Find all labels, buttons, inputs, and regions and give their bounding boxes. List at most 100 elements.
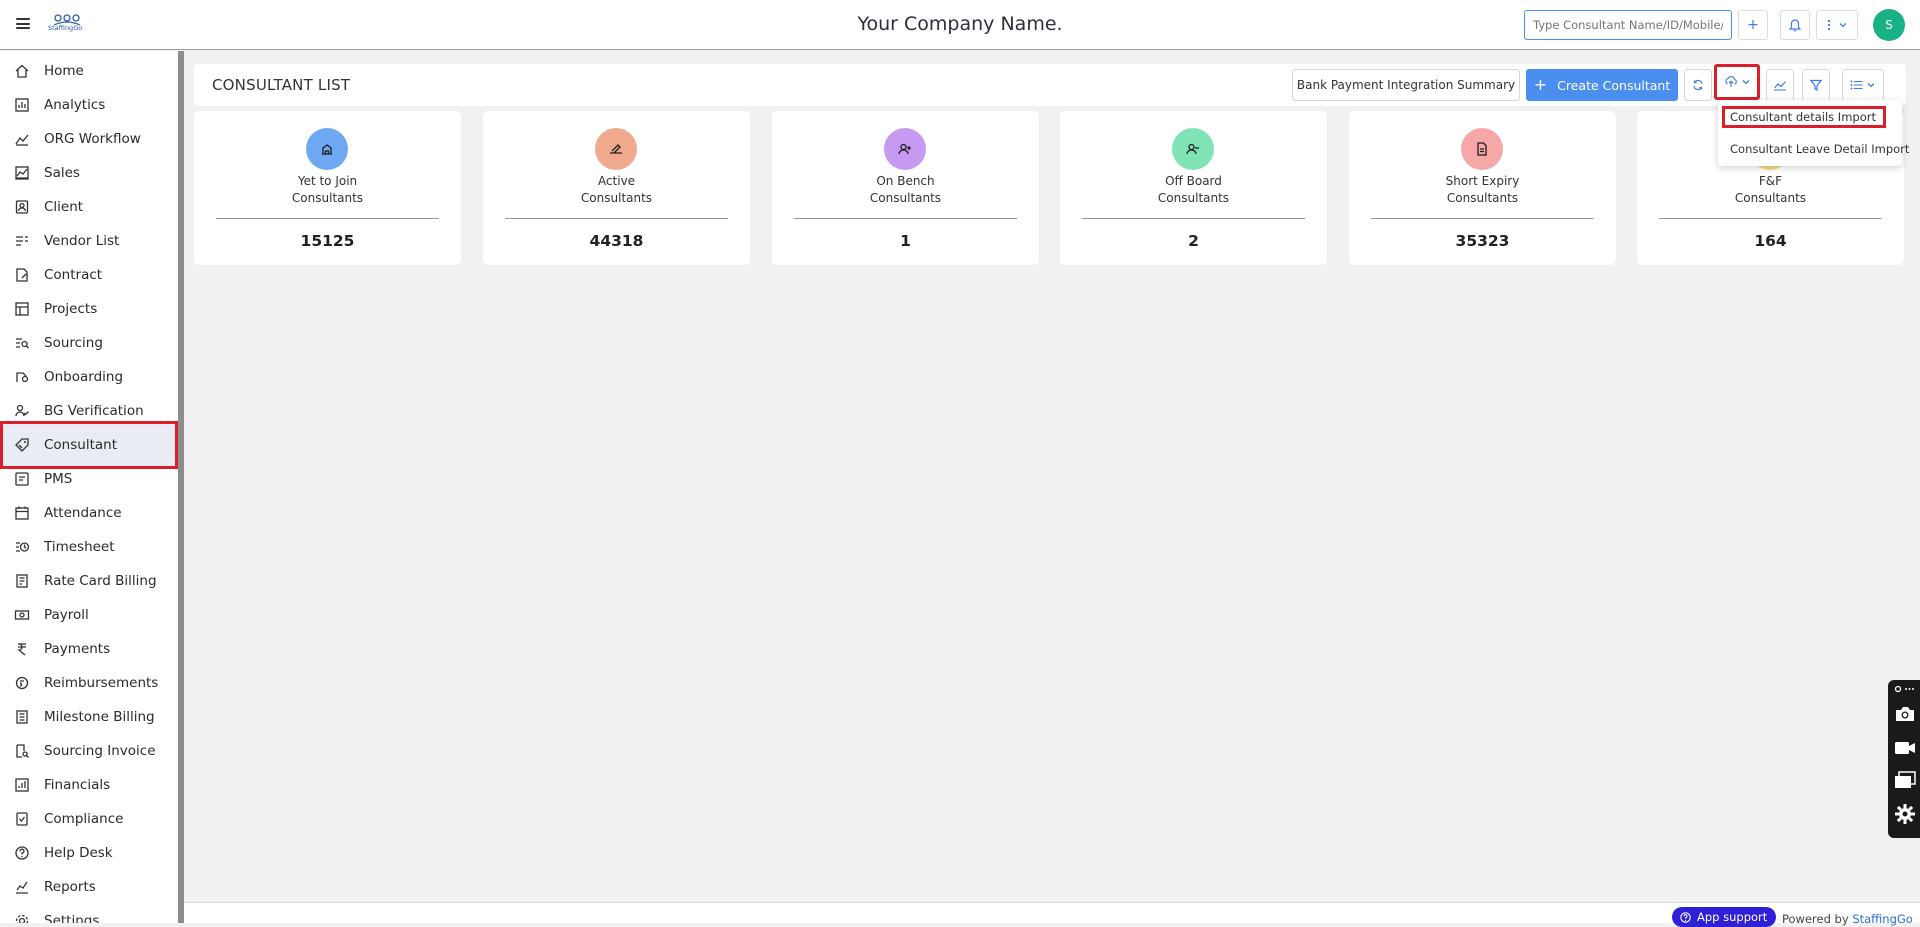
video-icon[interactable]: [1894, 738, 1916, 758]
sidebar-item-payments[interactable]: Payments: [0, 632, 178, 666]
import-dropdown-menu: Consultant details Import Consultant Lea…: [1718, 100, 1909, 166]
onboarding-icon: [14, 369, 30, 385]
workflow-icon: [14, 131, 30, 147]
consultant-search-input[interactable]: [1524, 10, 1732, 40]
sidebar-item-label: Help Desk: [44, 845, 113, 861]
list-icon: [1850, 80, 1863, 90]
financials-icon: [14, 777, 30, 793]
footer: [184, 902, 1920, 923]
sidebar-item-org-workflow[interactable]: ORG Workflow: [0, 122, 178, 156]
sidebar-item-onboarding[interactable]: Onboarding: [0, 360, 178, 394]
sidebar-item-financials[interactable]: Financials: [0, 768, 178, 802]
stat-card[interactable]: Off Board Consultants 2: [1060, 111, 1327, 265]
sidebar-item-label: ORG Workflow: [44, 131, 141, 147]
sidebar-item-reports[interactable]: Reports: [0, 870, 178, 904]
more-options-button[interactable]: [1816, 10, 1858, 40]
sidebar-item-timesheet[interactable]: Timesheet: [0, 530, 178, 564]
divider: [1082, 218, 1305, 219]
sidebar-item-label: Contract: [44, 267, 103, 283]
reports-icon: [14, 879, 30, 895]
bank-payment-summary-button[interactable]: Bank Payment Integration Summary: [1292, 69, 1520, 101]
stat-card-label-line1: Short Expiry: [1445, 174, 1520, 188]
create-consultant-button[interactable]: + Create Consultant: [1526, 69, 1678, 101]
sidebar-item-milestone-billing[interactable]: Milestone Billing: [0, 700, 178, 734]
client-icon: [14, 199, 30, 215]
sidebar-item-projects[interactable]: Projects: [0, 292, 178, 326]
sidebar-item-reimbursements[interactable]: Reimbursements: [0, 666, 178, 700]
reimbursements-icon: [14, 675, 30, 691]
app-support-label: App support: [1697, 910, 1768, 924]
analytics-icon: [14, 97, 30, 113]
windows-icon[interactable]: [1894, 770, 1916, 790]
list-view-button[interactable]: [1842, 69, 1884, 101]
sidebar-item-label: Sourcing: [44, 335, 103, 351]
gear-icon[interactable]: [1894, 804, 1916, 824]
stat-card-label: Active Consultants: [483, 173, 750, 207]
more-horizontal-icon[interactable]: [1894, 682, 1916, 696]
sidebar-item-sourcing-invoice[interactable]: Sourcing Invoice: [0, 734, 178, 768]
stat-card[interactable]: On Bench Consultants 1: [772, 111, 1039, 265]
sidebar-item-label: Client: [44, 199, 84, 215]
sidebar-item-label: Attendance: [44, 505, 122, 521]
sidebar-item-attendance[interactable]: Attendance: [0, 496, 178, 530]
stat-card-label-line2: Consultants: [1157, 191, 1230, 205]
sidebar-item-label: Milestone Billing: [44, 709, 155, 725]
settings-icon: [14, 913, 30, 923]
floating-capture-toolbar: [1888, 680, 1920, 838]
consultant-details-import-item[interactable]: Consultant details Import: [1722, 106, 1886, 128]
staffinggo-link[interactable]: StaffingGo: [1852, 912, 1913, 926]
sidebar-item-payroll[interactable]: Payroll: [0, 598, 178, 632]
hamburger-menu-icon[interactable]: [16, 18, 30, 29]
stat-card-label-line2: Consultants: [869, 191, 942, 205]
sidebar-item-label: Projects: [44, 301, 98, 317]
stat-card-value: 44318: [589, 232, 644, 250]
sidebar-item-pms[interactable]: PMS: [0, 462, 178, 496]
stat-card-label-line1: Yet to Join: [297, 174, 358, 188]
refresh-button[interactable]: [1684, 69, 1712, 101]
analytics-chart-button[interactable]: [1766, 69, 1794, 101]
rate-card-icon: [14, 573, 30, 589]
sidebar-item-label: Timesheet: [44, 539, 115, 555]
sidebar-item-sales[interactable]: Sales: [0, 156, 178, 190]
sidebar-item-help-desk[interactable]: Help Desk: [0, 836, 178, 870]
sidebar-item-vendor-list[interactable]: Vendor List: [0, 224, 178, 258]
stat-card-label-line2: Consultants: [1734, 191, 1807, 205]
stat-card[interactable]: Active Consultants 44318: [483, 111, 750, 265]
stat-card[interactable]: Short Expiry Consultants 35323: [1349, 111, 1616, 265]
stat-card-value: 15125: [300, 232, 355, 250]
sidebar-item-label: Analytics: [44, 97, 106, 113]
notifications-button[interactable]: [1780, 10, 1810, 40]
stat-card-label-line1: Active: [597, 174, 636, 188]
powered-by-label: Powered by: [1782, 912, 1849, 926]
consultant-leave-detail-import-item[interactable]: Consultant Leave Detail Import: [1722, 138, 1909, 160]
sidebar-item-compliance[interactable]: Compliance: [0, 802, 178, 836]
timesheet-icon: [14, 539, 30, 555]
sidebar-item-label: Settings: [44, 913, 100, 923]
payroll-icon: [14, 607, 30, 623]
powered-by-text: Powered by StaffingGo: [1782, 912, 1913, 926]
add-button[interactable]: +: [1738, 10, 1768, 40]
import-button[interactable]: [1714, 64, 1760, 100]
stat-card-value: 2: [1188, 232, 1199, 250]
camera-icon[interactable]: [1894, 704, 1916, 724]
app-support-button[interactable]: App support: [1672, 907, 1776, 927]
sales-icon: [14, 165, 30, 181]
sidebar-item-label: Sales: [44, 165, 80, 181]
home-icon: [14, 63, 30, 79]
sidebar-item-label: Financials: [44, 777, 111, 793]
stat-card[interactable]: Yet to Join Consultants 15125: [194, 111, 461, 265]
filter-button[interactable]: [1802, 69, 1830, 101]
sidebar-scrollbar[interactable]: [178, 51, 184, 923]
sidebar: Home Analytics ORG Workflow Sales Client Vend…: [0, 51, 178, 923]
sidebar-item-settings[interactable]: Settings: [0, 904, 178, 923]
stat-card-label: On Bench Consultants: [772, 173, 1039, 207]
sidebar-item-home[interactable]: Home: [0, 54, 178, 88]
sidebar-item-analytics[interactable]: Analytics: [0, 88, 178, 122]
sidebar-item-contract[interactable]: Contract: [0, 258, 178, 292]
user-avatar[interactable]: S: [1873, 9, 1905, 41]
sidebar-item-sourcing[interactable]: Sourcing: [0, 326, 178, 360]
sidebar-item-rate-card-billing[interactable]: Rate Card Billing: [0, 564, 178, 598]
sidebar-item-label: Sourcing Invoice: [44, 743, 156, 759]
stat-card-label: Yet to Join Consultants: [194, 173, 461, 207]
sidebar-item-client[interactable]: Client: [0, 190, 178, 224]
